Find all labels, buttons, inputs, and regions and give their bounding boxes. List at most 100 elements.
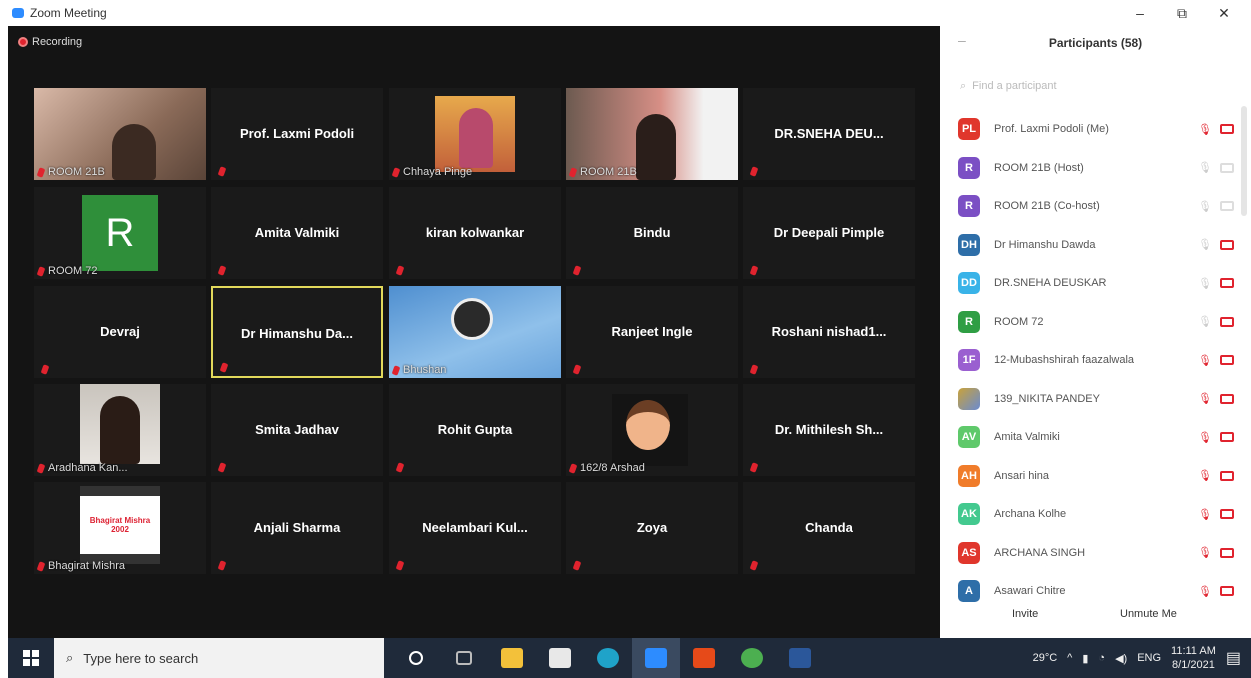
video-off-icon[interactable] — [1220, 239, 1234, 250]
participant-row[interactable]: AK Archana Kolhe 🎙︎ — [958, 495, 1248, 534]
video-tile[interactable]: DR.SNEHA DEU... — [743, 88, 915, 180]
restore-button[interactable]: ⧉ — [1162, 2, 1202, 24]
video-off-icon[interactable] — [1220, 355, 1234, 366]
video-off-icon[interactable] — [1220, 316, 1234, 327]
clock[interactable]: 11:11 AM 8/1/2021 — [1171, 644, 1216, 672]
participant-name: Bindu — [633, 225, 671, 240]
participant-name: Prof. Laxmi Podoli — [239, 126, 355, 141]
mic-icon[interactable]: 🎙︎ — [1198, 161, 1212, 174]
mic-icon[interactable]: 🎙︎ — [1198, 238, 1212, 251]
language-indicator[interactable]: ENG — [1137, 652, 1161, 664]
edge-icon[interactable] — [584, 638, 632, 678]
participant-row[interactable]: R ROOM 21B (Co-host) 🎙︎ — [958, 187, 1248, 226]
store-icon[interactable] — [536, 638, 584, 678]
unmute-me-button[interactable]: Unmute Me — [1120, 608, 1177, 620]
participant-row[interactable]: R ROOM 72 🎙︎ — [958, 303, 1248, 342]
video-tile[interactable]: Smita Jadhav — [211, 384, 383, 476]
video-tile[interactable]: Ranjeet Ingle — [566, 286, 738, 378]
participant-row[interactable]: 139_NIKITA PANDEY 🎙︎ — [958, 380, 1248, 419]
muted-mic-icon — [40, 364, 50, 375]
video-off-icon[interactable] — [1220, 547, 1234, 558]
video-off-icon[interactable] — [1220, 201, 1234, 212]
task-view-icon[interactable] — [440, 638, 488, 678]
video-tile[interactable]: 162/8 Arshad — [566, 384, 738, 476]
person-figure — [459, 108, 493, 168]
invite-button[interactable]: Invite — [1012, 608, 1038, 620]
muted-mic-icon[interactable]: 🎙︎ — [1198, 585, 1212, 598]
muted-mic-icon[interactable]: 🎙︎ — [1198, 431, 1212, 444]
mic-icon[interactable]: 🎙︎ — [1198, 315, 1212, 328]
participant-row[interactable]: AV Amita Valmiki 🎙︎ — [958, 418, 1248, 457]
video-tile[interactable]: Dr Himanshu Da... — [211, 286, 383, 378]
file-explorer-icon[interactable] — [488, 638, 536, 678]
participant-search-input[interactable]: ⌕ Find a participant — [960, 80, 1230, 93]
video-off-icon[interactable] — [1220, 393, 1234, 404]
video-gallery: Recording ROOM 21B Prof. Laxmi Podoli Chha… — [8, 26, 940, 638]
temperature[interactable]: 29°C — [1033, 652, 1058, 664]
video-tile[interactable]: Devraj — [34, 286, 206, 378]
zoom-taskbar-icon[interactable] — [632, 638, 680, 678]
wifi-icon[interactable]: ◔ — [1098, 652, 1105, 664]
cortana-icon[interactable] — [392, 638, 440, 678]
video-tile[interactable]: Amita Valmiki — [211, 187, 383, 279]
battery-icon[interactable]: ▮ — [1082, 652, 1088, 665]
word-icon[interactable] — [776, 638, 824, 678]
participant-label: 162/8 Arshad — [568, 462, 645, 474]
muted-mic-icon[interactable]: 🎙︎ — [1198, 546, 1212, 559]
video-tile[interactable]: Aradhana Kan... — [34, 384, 206, 476]
video-tile[interactable]: Dr. Mithilesh Sh... — [743, 384, 915, 476]
video-tile[interactable]: Bindu — [566, 187, 738, 279]
muted-mic-icon — [391, 364, 401, 376]
video-tile[interactable]: Roshani nishad1... — [743, 286, 915, 378]
muted-mic-icon[interactable]: 🎙︎ — [1198, 469, 1212, 482]
participant-row[interactable]: PL Prof. Laxmi Podoli (Me) 🎙︎ — [958, 110, 1248, 149]
video-tile[interactable]: Chhaya Pinge — [389, 88, 561, 180]
participant-row[interactable]: DH Dr Himanshu Dawda 🎙︎ — [958, 226, 1248, 265]
office-icon[interactable] — [680, 638, 728, 678]
video-tile[interactable]: Chanda — [743, 482, 915, 574]
video-tile[interactable]: Bhushan — [389, 286, 561, 378]
video-tile[interactable]: Anjali Sharma — [211, 482, 383, 574]
video-off-icon[interactable] — [1220, 509, 1234, 520]
participant-row[interactable]: A Asawari Chitre 🎙︎ — [958, 572, 1248, 611]
notification-icon[interactable]: ▤ — [1226, 648, 1241, 668]
video-tile[interactable]: Zoya — [566, 482, 738, 574]
video-tile[interactable]: kiran kolwankar — [389, 187, 561, 279]
chevron-up-icon[interactable]: ^ — [1067, 652, 1072, 664]
video-off-icon[interactable] — [1220, 586, 1234, 597]
muted-mic-icon[interactable]: 🎙︎ — [1198, 392, 1212, 405]
close-button[interactable]: ✕ — [1204, 2, 1244, 24]
participant-row[interactable]: R ROOM 21B (Host) 🎙︎ — [958, 149, 1248, 188]
mic-icon[interactable]: 🎙︎ — [1198, 277, 1212, 290]
windows-start-button[interactable] — [8, 638, 54, 678]
video-tile[interactable]: Prof. Laxmi Podoli — [211, 88, 383, 180]
chrome-icon[interactable] — [728, 638, 776, 678]
video-off-icon[interactable] — [1220, 278, 1234, 289]
video-off-icon[interactable] — [1220, 162, 1234, 173]
video-tile[interactable]: Rohit Gupta — [389, 384, 561, 476]
participant-name: Ranjeet Ingle — [611, 324, 693, 339]
video-tile[interactable]: Bhagirat Mishra 2002 Bhagirat Mishra — [34, 482, 206, 574]
muted-mic-icon[interactable]: 🎙︎ — [1198, 508, 1212, 521]
muted-mic-icon[interactable]: 🎙︎ — [1198, 354, 1212, 367]
video-tile[interactable]: ROOM 21B — [34, 88, 206, 180]
muted-mic-icon — [749, 462, 759, 473]
video-off-icon[interactable] — [1220, 470, 1234, 481]
video-off-icon[interactable] — [1220, 432, 1234, 443]
participant-row[interactable]: 1F 12-Mubashshirah faazalwala 🎙︎ — [958, 341, 1248, 380]
volume-icon[interactable]: ◀) — [1115, 652, 1127, 665]
minimize-button[interactable]: – — [1120, 2, 1160, 24]
video-off-icon[interactable] — [1220, 124, 1234, 135]
participant-row[interactable]: DD DR.SNEHA DEUSKAR 🎙︎ — [958, 264, 1248, 303]
video-tile[interactable]: ROOM 21B — [566, 88, 738, 180]
participant-avatar: AS — [958, 541, 980, 564]
video-tile[interactable]: R ROOM 72 — [34, 187, 206, 279]
participant-row[interactable]: AS ARCHANA SINGH 🎙︎ — [958, 534, 1248, 573]
muted-mic-icon[interactable]: 🎙︎ — [1198, 123, 1212, 136]
taskbar-search-box[interactable]: ⌕ Type here to search — [54, 638, 384, 678]
video-tile[interactable]: Dr Deepali Pimple — [743, 187, 915, 279]
participant-avatar: R — [958, 156, 980, 179]
mic-icon[interactable]: 🎙︎ — [1198, 200, 1212, 213]
video-tile[interactable]: Neelambari Kul... — [389, 482, 561, 574]
participant-row[interactable]: AH Ansari hina 🎙︎ — [958, 457, 1248, 496]
